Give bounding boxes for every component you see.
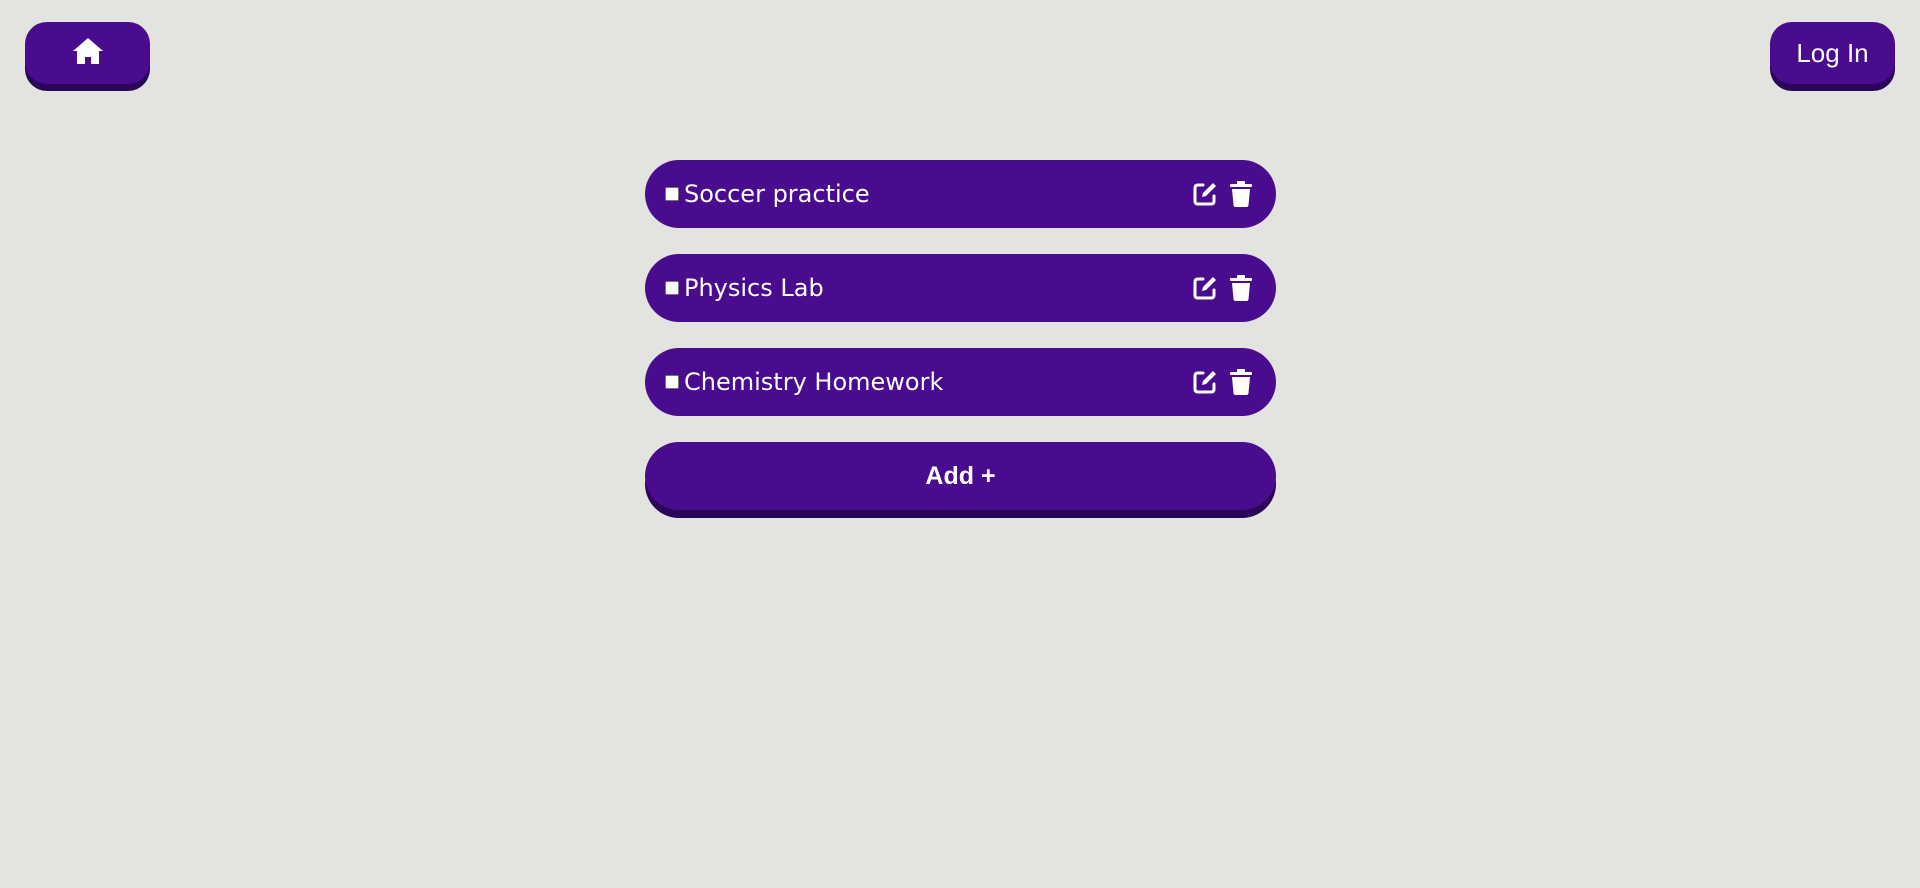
todo-checkbox[interactable] — [665, 375, 679, 389]
home-icon — [72, 37, 104, 69]
trash-icon[interactable] — [1226, 179, 1256, 209]
todo-item: Chemistry Homework — [645, 348, 1276, 416]
trash-icon[interactable] — [1226, 273, 1256, 303]
todo-item: Soccer practice — [645, 160, 1276, 228]
home-button[interactable] — [25, 22, 150, 84]
edit-icon[interactable] — [1190, 273, 1220, 303]
trash-icon[interactable] — [1226, 367, 1256, 397]
edit-icon[interactable] — [1190, 179, 1220, 209]
todo-item: Physics Lab — [645, 254, 1276, 322]
login-button[interactable]: Log In — [1770, 22, 1895, 84]
todo-label: Chemistry Homework — [684, 368, 944, 396]
todo-label: Physics Lab — [684, 274, 824, 302]
add-button[interactable]: Add + — [645, 442, 1276, 510]
todo-checkbox[interactable] — [665, 187, 679, 201]
todo-list: Soccer practice Physics Lab Chemistry Ho… — [645, 160, 1276, 510]
edit-icon[interactable] — [1190, 367, 1220, 397]
todo-checkbox[interactable] — [665, 281, 679, 295]
todo-label: Soccer practice — [684, 180, 870, 208]
